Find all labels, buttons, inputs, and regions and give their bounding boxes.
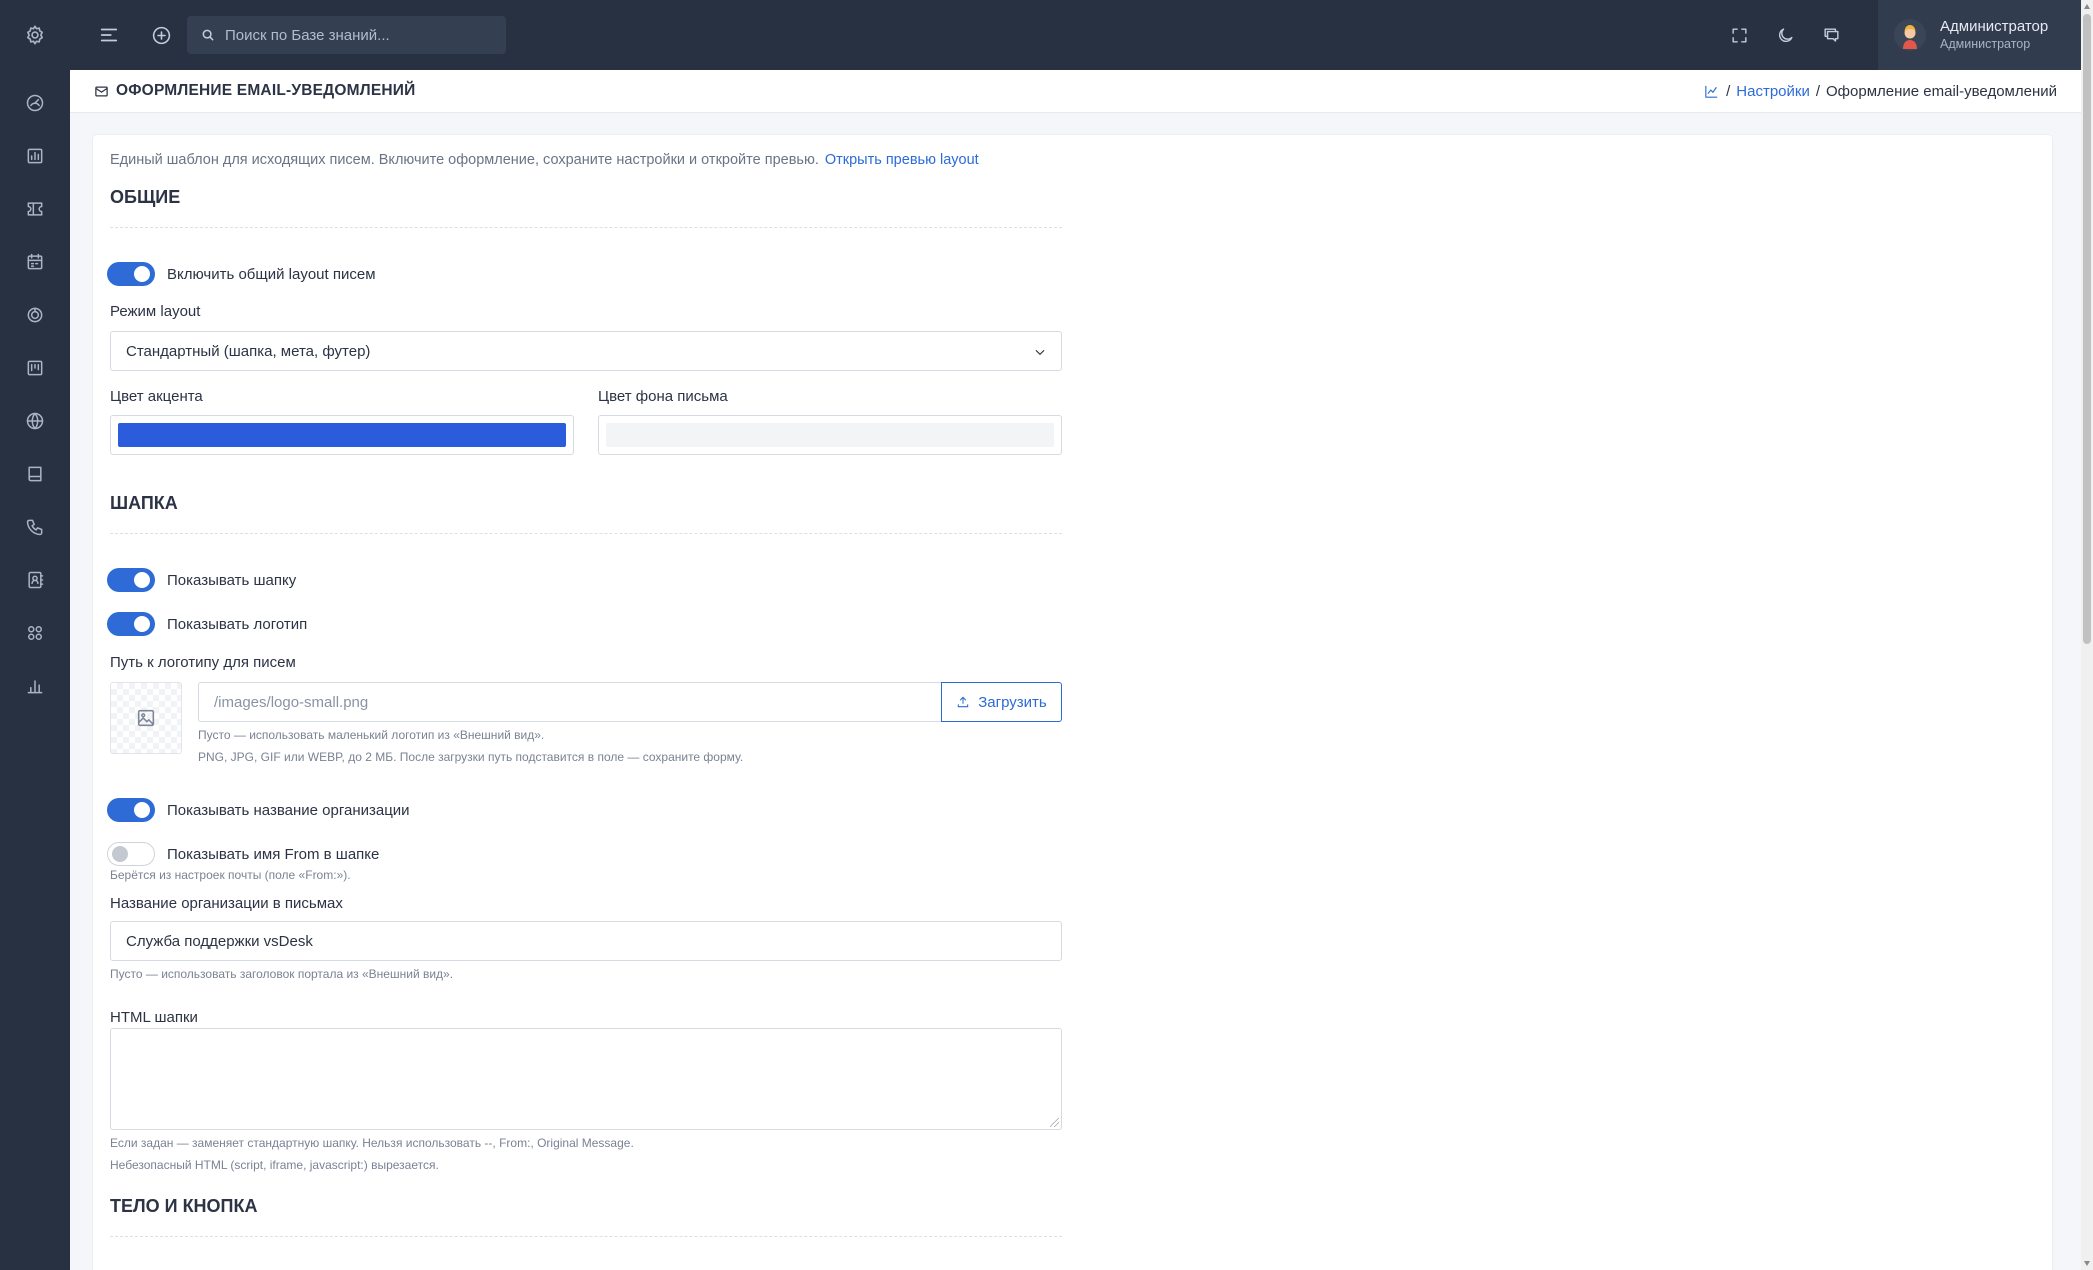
header-html-label: HTML шапки xyxy=(110,1009,198,1026)
show-from-row: Показывать имя From в шапке xyxy=(107,842,379,866)
calendar-icon[interactable] xyxy=(0,235,70,288)
upload-logo-button[interactable]: Загрузить xyxy=(941,682,1062,722)
image-placeholder-icon xyxy=(137,709,155,727)
logo-help-empty: Пусто — использовать маленький логотип и… xyxy=(198,728,545,742)
tickets-icon[interactable] xyxy=(0,182,70,235)
upload-label: Загрузить xyxy=(978,693,1047,711)
kanban-icon[interactable] xyxy=(0,341,70,394)
logo-path-field[interactable] xyxy=(198,682,942,722)
breadcrumb-settings-link[interactable]: Настройки xyxy=(1736,83,1810,100)
background-color-label: Цвет фона письма xyxy=(598,388,728,405)
enable-layout-label: Включить общий layout писем xyxy=(167,265,376,283)
resize-handle[interactable] xyxy=(1050,1118,1059,1127)
reports-chart-icon[interactable] xyxy=(0,129,70,182)
layout-mode-value: Стандартный (шапка, мета, футер) xyxy=(126,342,371,360)
menu-toggle-icon[interactable] xyxy=(86,12,132,58)
show-header-label: Показывать шапку xyxy=(167,571,297,589)
settings-icon[interactable] xyxy=(0,0,70,70)
page-title: ОФОРМЛЕНИЕ EMAIL-УВЕДОМЛЕНИЙ xyxy=(94,82,415,100)
show-from-toggle[interactable] xyxy=(107,842,155,866)
book-icon[interactable] xyxy=(0,447,70,500)
upload-icon xyxy=(958,696,969,708)
mail-icon xyxy=(95,86,108,96)
dark-mode-moon-icon[interactable] xyxy=(1762,12,1808,58)
background-color-swatch xyxy=(606,423,1054,447)
avatar xyxy=(1894,19,1926,51)
show-org-toggle[interactable] xyxy=(107,798,155,822)
page-title-text: ОФОРМЛЕНИЕ EMAIL-УВЕДОМЛЕНИЙ xyxy=(116,82,416,99)
finance-icon[interactable] xyxy=(0,288,70,341)
contacts-icon[interactable] xyxy=(0,553,70,606)
search-icon xyxy=(202,29,214,41)
enable-layout-toggle[interactable] xyxy=(107,262,155,286)
analytics-bars-icon[interactable] xyxy=(0,659,70,712)
scroll-thumb[interactable] xyxy=(2083,14,2091,644)
dashboard-chart-icon[interactable] xyxy=(1703,83,1720,100)
section-heading-header: ШАПКА xyxy=(110,493,1062,534)
logo-help-formats: PNG, JPG, GIF или WEBP, до 2 МБ. После з… xyxy=(198,750,744,764)
page-scrollbar[interactable] xyxy=(2081,0,2093,1270)
org-name-help: Пусто — использовать заголовок портала и… xyxy=(110,967,454,981)
show-org-label: Показывать название организации xyxy=(167,801,410,819)
logo-path-label: Путь к логотипу для писем xyxy=(110,654,296,671)
show-logo-row: Показывать логотип xyxy=(107,612,307,636)
breadcrumb-current: Оформление email-уведомлений xyxy=(1826,82,2057,100)
search-box[interactable] xyxy=(187,16,506,54)
breadcrumb: / Настройки / Оформление email-уведомлен… xyxy=(1703,83,2057,100)
scroll-up-arrow[interactable] xyxy=(2084,4,2090,9)
show-header-row: Показывать шапку xyxy=(107,568,296,592)
header-html-help-1: Если задан — заменяет стандартную шапку.… xyxy=(110,1136,634,1150)
org-name-field[interactable] xyxy=(110,921,1062,961)
user-menu[interactable]: Администратор Администратор xyxy=(1878,0,2081,70)
accent-color-label: Цвет акцента xyxy=(110,388,203,405)
show-logo-toggle[interactable] xyxy=(107,612,155,636)
user-name: Администратор xyxy=(1940,17,2049,35)
chevron-down-icon xyxy=(1033,345,1047,363)
show-org-row: Показывать название организации xyxy=(107,798,410,822)
from-help: Берётся из настроек почты (поле «From:»)… xyxy=(110,868,351,882)
icon-sidebar xyxy=(0,0,70,1270)
accent-color-swatch xyxy=(118,423,566,447)
enable-layout-row: Включить общий layout писем xyxy=(107,262,376,286)
search-input[interactable] xyxy=(225,26,485,44)
org-name-label: Название организации в письмах xyxy=(110,895,343,912)
breadcrumb-separator: / xyxy=(1815,82,1821,100)
add-icon[interactable] xyxy=(138,12,184,58)
logo-path-input[interactable] xyxy=(214,693,941,711)
background-color-picker[interactable] xyxy=(598,415,1062,455)
page-header: ОФОРМЛЕНИЕ EMAIL-УВЕДОМЛЕНИЙ / Настройки… xyxy=(70,70,2081,113)
intro-text: Единый шаблон для исходящих писем. Включ… xyxy=(110,152,979,168)
intro-description: Единый шаблон для исходящих писем. Включ… xyxy=(110,152,819,168)
globe-icon[interactable] xyxy=(0,394,70,447)
accent-color-picker[interactable] xyxy=(110,415,574,455)
apps-icon[interactable] xyxy=(0,606,70,659)
top-bar: Администратор Администратор xyxy=(70,0,2081,70)
scroll-down-arrow[interactable] xyxy=(2084,1261,2090,1266)
settings-card: Единый шаблон для исходящих писем. Включ… xyxy=(93,135,2052,1270)
dashboard-gauge-icon[interactable] xyxy=(0,76,70,129)
user-role: Администратор xyxy=(1940,36,2031,51)
fullscreen-icon[interactable] xyxy=(1716,12,1762,58)
show-from-label: Показывать имя From в шапке xyxy=(167,845,380,863)
section-heading-general: ОБЩИЕ xyxy=(110,187,1062,228)
show-header-toggle[interactable] xyxy=(107,568,155,592)
layout-mode-label: Режим layout xyxy=(110,303,201,320)
layout-mode-select[interactable]: Стандартный (шапка, мета, футер) xyxy=(110,331,1062,371)
header-html-help-2: Небезопасный HTML (script, iframe, javas… xyxy=(110,1158,439,1172)
chat-icon[interactable] xyxy=(1808,12,1854,58)
breadcrumb-separator: / xyxy=(1726,82,1731,100)
show-logo-label: Показывать логотип xyxy=(167,615,308,633)
header-html-textarea[interactable] xyxy=(110,1028,1062,1130)
phone-icon[interactable] xyxy=(0,500,70,553)
preview-layout-link[interactable]: Открыть превью layout xyxy=(825,152,979,168)
section-heading-body: ТЕЛО И КНОПКА xyxy=(110,1196,1062,1237)
org-name-input[interactable] xyxy=(126,932,1061,950)
logo-preview xyxy=(110,682,182,754)
